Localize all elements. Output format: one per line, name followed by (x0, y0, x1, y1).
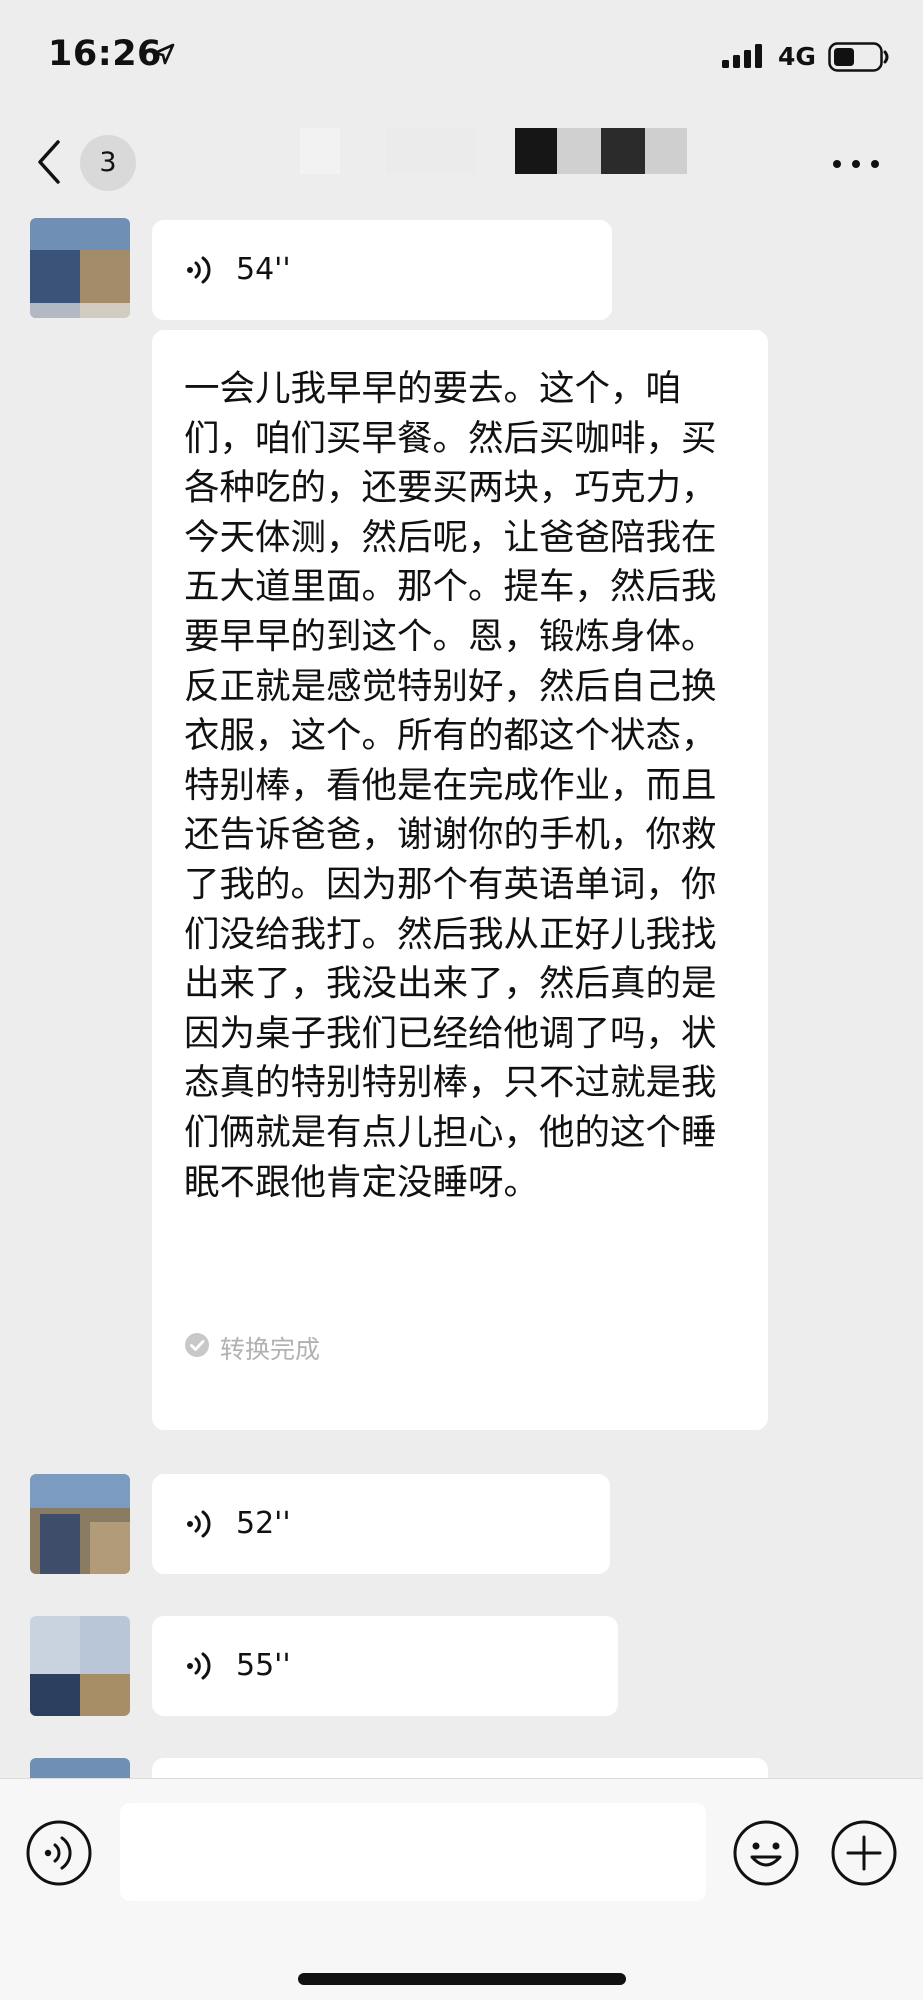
voice-wave-icon (187, 1510, 211, 1538)
location-arrow-icon (153, 43, 175, 65)
chat-area[interactable]: 54'' 一会儿我早早的要去。这个，咱们，咱们买早餐。然后买咖啡，买各种吃的，还… (0, 218, 923, 1778)
conversion-status-label: 转换完成 (220, 1335, 321, 1364)
voice-wave-icon (187, 1652, 211, 1680)
signal-bars-icon (722, 44, 762, 68)
avatar[interactable] (30, 218, 130, 318)
voice-duration: 54'' (236, 252, 291, 287)
speech-to-text-bubble[interactable]: 一会儿我早早的要去。这个，咱们，咱们买早餐。然后买咖啡，买各种吃的，还要买两块，… (152, 330, 768, 1430)
message-bubble-partial[interactable] (152, 1758, 768, 1778)
input-bar (0, 1778, 923, 2000)
check-circle-icon (185, 1333, 209, 1357)
more-dots-icon[interactable] (832, 158, 880, 170)
home-indicator[interactable] (298, 1973, 626, 1985)
voice-input-toggle-icon[interactable] (25, 1819, 93, 1887)
network-type: 4G (778, 42, 816, 71)
status-time: 16:26 (48, 34, 162, 74)
avatar[interactable] (30, 1616, 130, 1716)
voice-message[interactable]: 52'' (152, 1474, 610, 1574)
nav-bar: 3 (0, 108, 923, 218)
avatar[interactable] (30, 1758, 130, 1778)
voice-duration: 52'' (236, 1506, 291, 1541)
unread-count-badge[interactable]: 3 (80, 135, 136, 191)
battery-icon (828, 42, 889, 72)
emoji-smile-icon[interactable] (732, 1819, 800, 1887)
voice-duration: 55'' (236, 1648, 291, 1683)
message-input[interactable] (120, 1803, 706, 1901)
plus-circle-icon[interactable] (830, 1819, 898, 1887)
avatar[interactable] (30, 1474, 130, 1574)
status-bar: 16:26 4G (0, 0, 923, 108)
voice-wave-icon (187, 256, 211, 284)
voice-message[interactable]: 54'' (152, 220, 612, 320)
transcript-text: 一会儿我早早的要去。这个，咱们，咱们买早餐。然后买咖啡，买各种吃的，还要买两块，… (184, 368, 717, 1203)
voice-message[interactable]: 55'' (152, 1616, 618, 1716)
chevron-left-icon[interactable] (34, 138, 64, 186)
